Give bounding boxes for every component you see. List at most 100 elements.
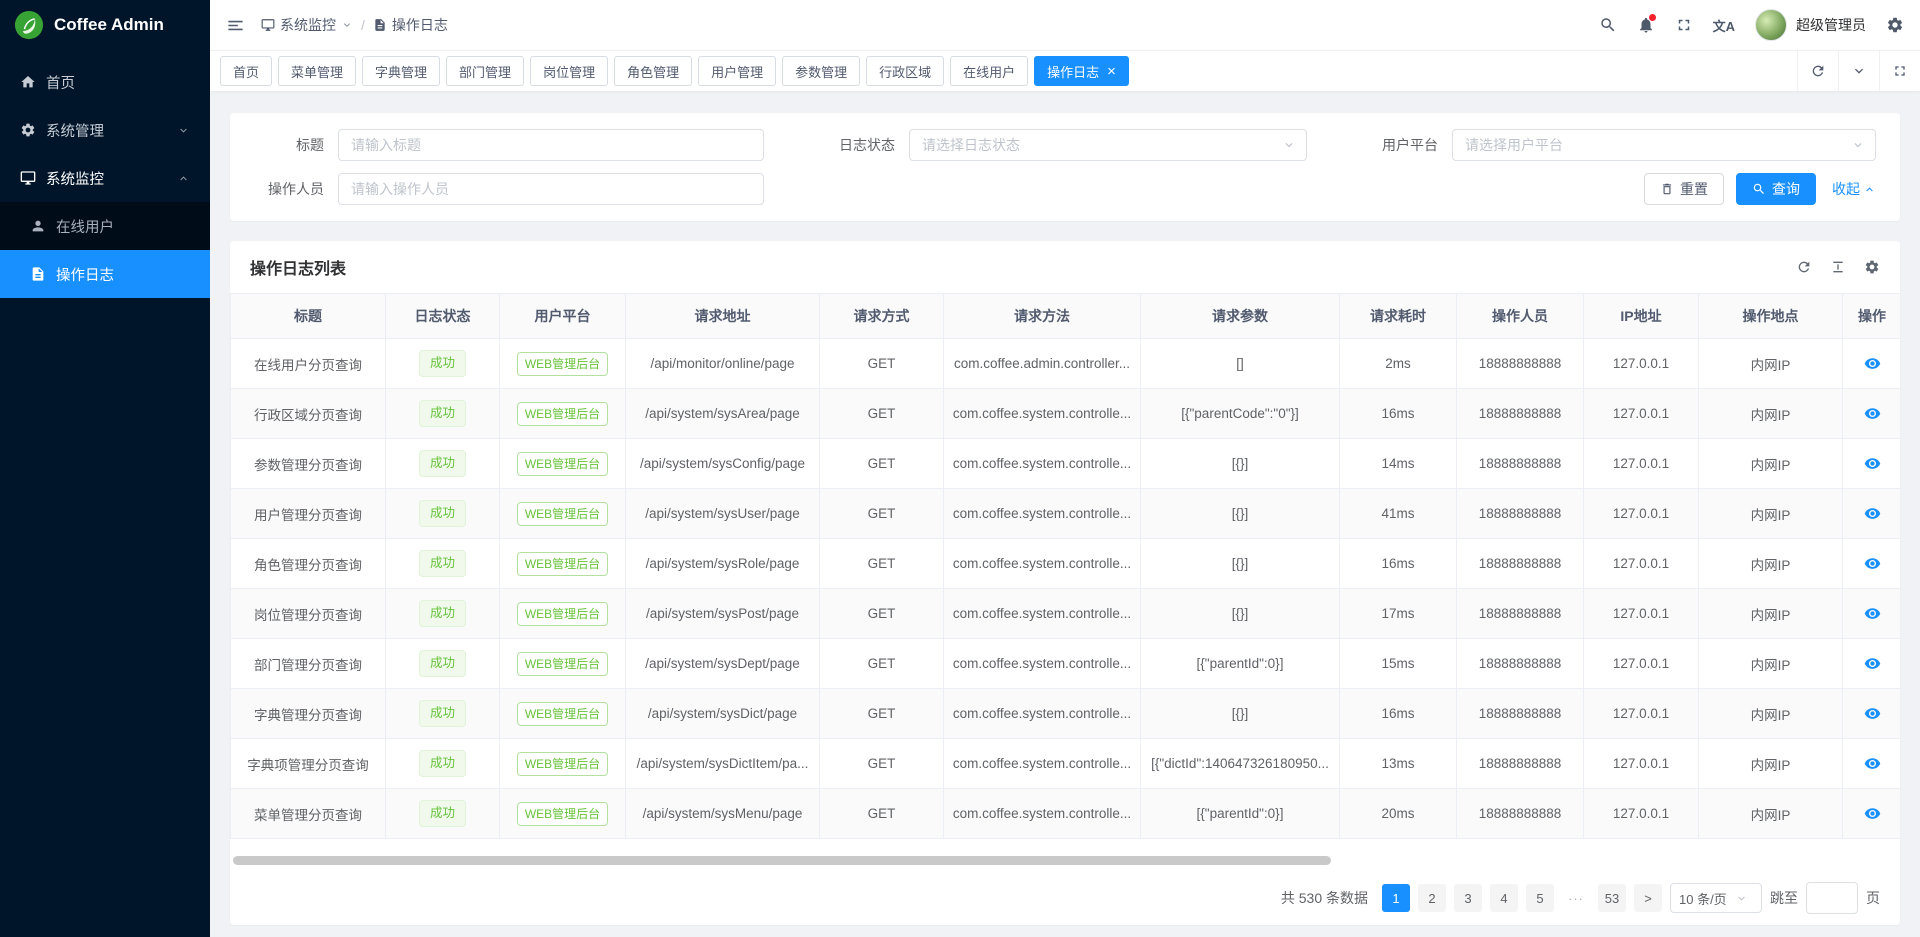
- collapse-filters-link[interactable]: 收起: [1832, 179, 1876, 199]
- sidebar-item-home[interactable]: 首页: [0, 58, 210, 106]
- view-detail-icon[interactable]: [1864, 355, 1881, 372]
- reset-button[interactable]: 重置: [1644, 173, 1724, 205]
- tab-item[interactable]: 用户管理: [698, 56, 776, 86]
- table-row: 在线用户分页查询成功WEB管理后台/api/monitor/online/pag…: [231, 339, 1901, 389]
- breadcrumb-item-monitor[interactable]: 系统监控: [261, 15, 353, 35]
- filter-title-input[interactable]: [338, 129, 764, 161]
- page-button-2[interactable]: 2: [1418, 884, 1446, 912]
- table-row: 参数管理分页查询成功WEB管理后台/api/system/sysConfig/p…: [231, 439, 1901, 489]
- tab-item[interactable]: 操作日志×: [1034, 56, 1129, 86]
- cell-method: GET: [820, 689, 944, 739]
- view-detail-icon[interactable]: [1864, 755, 1881, 772]
- tab-item[interactable]: 菜单管理: [278, 56, 356, 86]
- language-switch-icon[interactable]: 文A: [1713, 16, 1735, 35]
- view-detail-icon[interactable]: [1864, 705, 1881, 722]
- gear-icon: [20, 122, 36, 138]
- page-button-1[interactable]: 1: [1382, 884, 1410, 912]
- notification-bell-icon[interactable]: [1637, 16, 1655, 34]
- chevron-up-icon: [1863, 183, 1876, 196]
- user-menu[interactable]: 超级管理员: [1755, 9, 1866, 41]
- search-button[interactable]: 查询: [1736, 173, 1816, 205]
- sidebar-item-system-management[interactable]: 系统管理: [0, 106, 210, 154]
- tab-item[interactable]: 岗位管理: [530, 56, 608, 86]
- cell-action: [1843, 439, 1901, 489]
- refresh-table-icon[interactable]: [1796, 259, 1812, 275]
- breadcrumb-label: 操作日志: [392, 15, 448, 35]
- view-detail-icon[interactable]: [1864, 505, 1881, 522]
- fullscreen-icon[interactable]: [1675, 16, 1693, 34]
- cell-func: com.coffee.system.controlle...: [944, 389, 1141, 439]
- cell-title: 角色管理分页查询: [231, 539, 386, 589]
- tab-item[interactable]: 行政区域: [866, 56, 944, 86]
- scrollbar-thumb[interactable]: [233, 856, 1331, 865]
- app-logo[interactable]: Coffee Admin: [0, 0, 210, 50]
- cell-method: GET: [820, 789, 944, 839]
- view-detail-icon[interactable]: [1864, 555, 1881, 572]
- status-badge: 成功: [419, 400, 466, 427]
- table-row: 菜单管理分页查询成功WEB管理后台/api/system/sysMenu/pag…: [231, 789, 1901, 839]
- view-detail-icon[interactable]: [1864, 455, 1881, 472]
- density-icon[interactable]: [1830, 259, 1846, 275]
- column-header: IP地址: [1584, 294, 1699, 339]
- platform-badge: WEB管理后台: [517, 552, 608, 576]
- jump-page-input[interactable]: [1806, 882, 1858, 914]
- sidebar-item-label: 系统管理: [46, 120, 104, 141]
- tab-item[interactable]: 字典管理: [362, 56, 440, 86]
- sidebar-item-operation-logs[interactable]: 操作日志: [0, 250, 210, 298]
- cell-method: GET: [820, 739, 944, 789]
- page-button-4[interactable]: 4: [1490, 884, 1518, 912]
- cell-func: com.coffee.system.controlle...: [944, 439, 1141, 489]
- cell-status: 成功: [386, 639, 500, 689]
- sidebar-item-system-monitor[interactable]: 系统监控: [0, 154, 210, 202]
- cell-platform: WEB管理后台: [500, 489, 626, 539]
- breadcrumb-item-operation-logs: 操作日志: [373, 15, 448, 35]
- cell-func: com.coffee.system.controlle...: [944, 539, 1141, 589]
- tab-close-icon[interactable]: ×: [1107, 64, 1116, 79]
- view-detail-icon[interactable]: [1864, 805, 1881, 822]
- horizontal-scrollbar[interactable]: [233, 856, 1897, 865]
- column-header: 请求耗时: [1340, 294, 1457, 339]
- cell-url: /api/monitor/online/page: [626, 339, 820, 389]
- view-detail-icon[interactable]: [1864, 605, 1881, 622]
- column-settings-icon[interactable]: [1864, 259, 1880, 275]
- table-row: 部门管理分页查询成功WEB管理后台/api/system/sysDept/pag…: [231, 639, 1901, 689]
- filter-operator-input[interactable]: [338, 173, 764, 205]
- search-icon[interactable]: [1599, 16, 1617, 34]
- select-placeholder: 请选择用户平台: [1465, 135, 1563, 155]
- page-button-3[interactable]: 3: [1454, 884, 1482, 912]
- refresh-tabs-icon[interactable]: [1797, 51, 1838, 91]
- tab-item[interactable]: 首页: [220, 56, 272, 86]
- table-wrap: 标题日志状态用户平台请求地址请求方式请求方法请求参数请求耗时操作人员IP地址操作…: [230, 293, 1900, 839]
- content-fullscreen-icon[interactable]: [1879, 51, 1920, 91]
- sidebar-item-online-users[interactable]: 在线用户: [0, 202, 210, 250]
- tab-item[interactable]: 部门管理: [446, 56, 524, 86]
- cell-title: 字典项管理分页查询: [231, 739, 386, 789]
- tab-item[interactable]: 在线用户: [950, 56, 1028, 86]
- status-badge: 成功: [419, 600, 466, 627]
- tab-item[interactable]: 角色管理: [614, 56, 692, 86]
- view-detail-icon[interactable]: [1864, 655, 1881, 672]
- tab-options-chevron-icon[interactable]: [1838, 51, 1879, 91]
- page-button-53[interactable]: 53: [1598, 884, 1626, 912]
- cell-title: 行政区域分页查询: [231, 389, 386, 439]
- filter-platform-select[interactable]: 请选择用户平台: [1452, 129, 1876, 161]
- sidebar-collapse-icon[interactable]: [226, 16, 245, 35]
- platform-badge: WEB管理后台: [517, 802, 608, 826]
- table-row: 字典管理分页查询成功WEB管理后台/api/system/sysDict/pag…: [231, 689, 1901, 739]
- sidebar-item-label: 在线用户: [56, 216, 114, 237]
- page-button-5[interactable]: 5: [1526, 884, 1554, 912]
- tab-item[interactable]: 参数管理: [782, 56, 860, 86]
- page-content: 标题 日志状态 请选择日志状态 用户平台 请选择用户平台: [210, 91, 1920, 937]
- filter-status-select[interactable]: 请选择日志状态: [909, 129, 1307, 161]
- cell-platform: WEB管理后台: [500, 339, 626, 389]
- next-page-button[interactable]: >: [1634, 884, 1662, 912]
- view-detail-icon[interactable]: [1864, 405, 1881, 422]
- column-header: 日志状态: [386, 294, 500, 339]
- user-icon: [30, 218, 46, 234]
- monitor-icon: [261, 18, 275, 32]
- cell-params: [{}]: [1141, 489, 1340, 539]
- page-size-select[interactable]: 10 条/页: [1670, 883, 1762, 913]
- page-ellipsis: ···: [1562, 884, 1590, 912]
- cell-url: /api/system/sysDept/page: [626, 639, 820, 689]
- settings-icon[interactable]: [1886, 16, 1904, 34]
